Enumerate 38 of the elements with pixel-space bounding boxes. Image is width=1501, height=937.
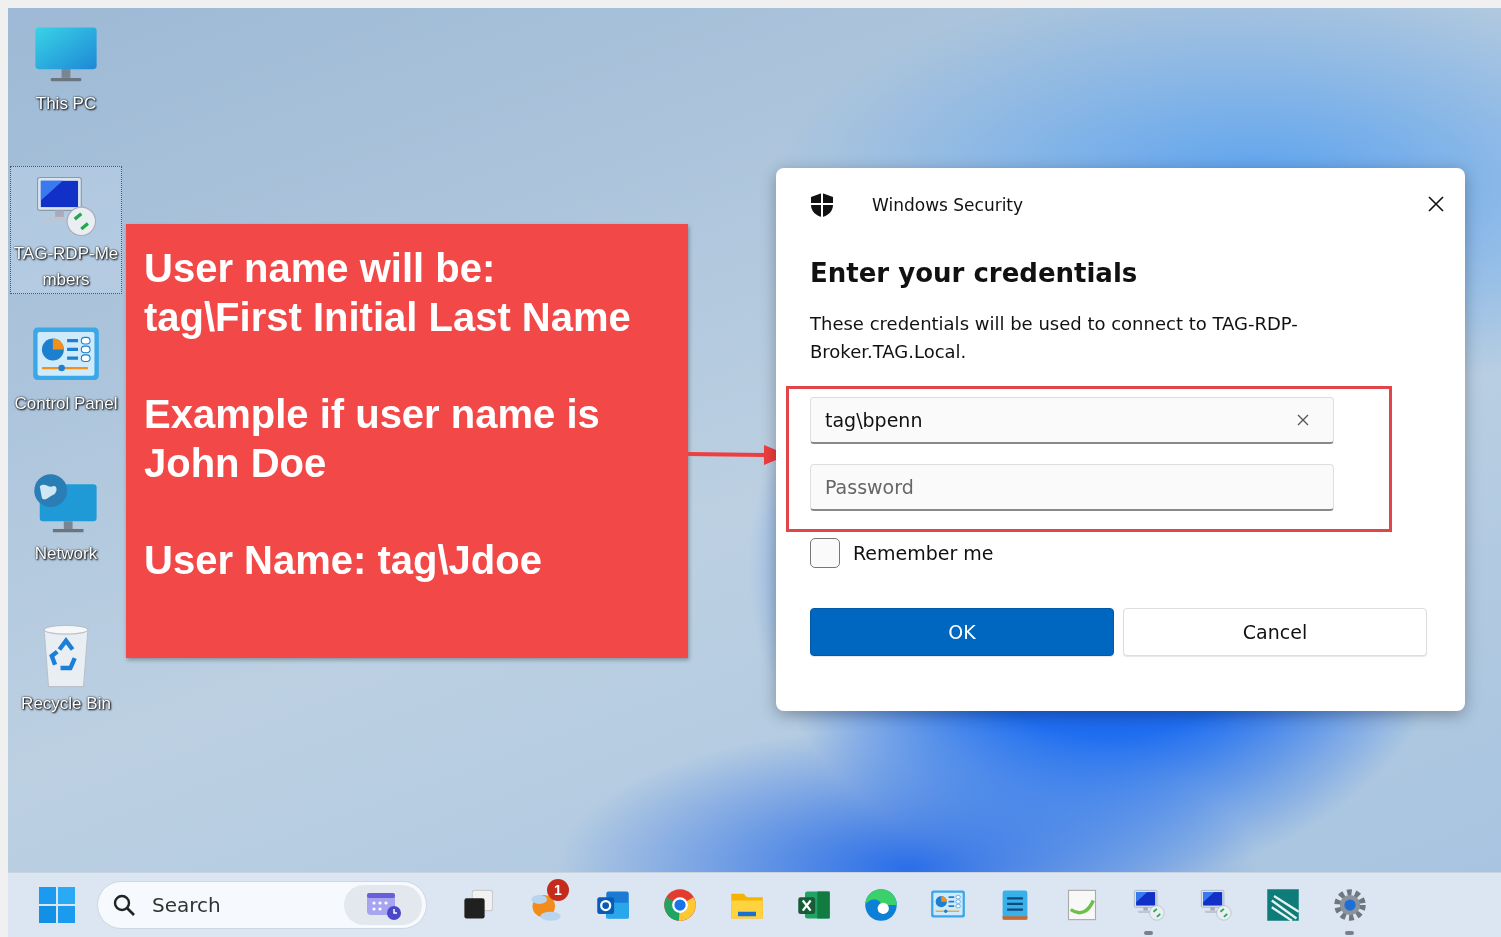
- shortcut-label: TAG-RDP-Members: [12, 243, 120, 291]
- desktop-shortcut[interactable]: TAG-RDP-Members: [10, 166, 122, 294]
- callout-text: User Name: tag\Jdoe: [144, 537, 543, 584]
- search-icon: [112, 893, 136, 917]
- callout-text: tag\First Initial Last Name: [144, 294, 632, 341]
- callout-text: John Doe: [144, 440, 328, 487]
- shortcut-label: Control Panel: [13, 393, 119, 415]
- start-button[interactable]: [39, 887, 75, 923]
- settings-icon: [1331, 887, 1368, 923]
- desktop-shortcut[interactable]: Recycle Bin: [10, 616, 122, 744]
- calendar-icon: [344, 885, 422, 925]
- dialog-message: These credentials will be used to connect to TAG-RDP-Broker.TAG.Local.: [810, 312, 1299, 364]
- ok-button[interactable]: OK: [810, 608, 1114, 656]
- shield-icon: [810, 192, 834, 218]
- checkbox[interactable]: [810, 538, 840, 568]
- dialog-heading: Enter your credentials: [810, 258, 1139, 288]
- cancel-button[interactable]: Cancel: [1123, 608, 1427, 656]
- desktop-shortcut[interactable]: Control Panel: [10, 316, 122, 444]
- shortcut-label: Recycle Bin: [20, 693, 112, 715]
- username-field[interactable]: tag\bpenn: [810, 397, 1334, 444]
- notification-badge: 1: [547, 879, 569, 901]
- taskbar-app[interactable]: 1: [512, 875, 579, 935]
- password-field[interactable]: Password: [810, 464, 1334, 511]
- shortcut-label: This PC: [34, 93, 98, 115]
- clear-icon[interactable]: [1297, 414, 1309, 426]
- checkbox-label: Remember me: [853, 542, 994, 564]
- window-title: Windows Security: [872, 195, 1024, 215]
- search-box[interactable]: Search: [97, 881, 427, 929]
- shortcut-label: Network: [33, 543, 99, 565]
- browser-swirl-icon: [862, 887, 899, 923]
- running-indicator: [1345, 931, 1354, 935]
- desktop-shortcut[interactable]: Network: [10, 466, 122, 594]
- desktop-shortcut[interactable]: This PC: [10, 16, 122, 144]
- callout-text: User name will be:: [144, 245, 497, 292]
- search-field[interactable]: Search: [150, 892, 334, 918]
- browser-icon: [661, 887, 698, 923]
- callout-text: Example if user name is: [144, 391, 601, 438]
- running-indicator: [1144, 931, 1153, 935]
